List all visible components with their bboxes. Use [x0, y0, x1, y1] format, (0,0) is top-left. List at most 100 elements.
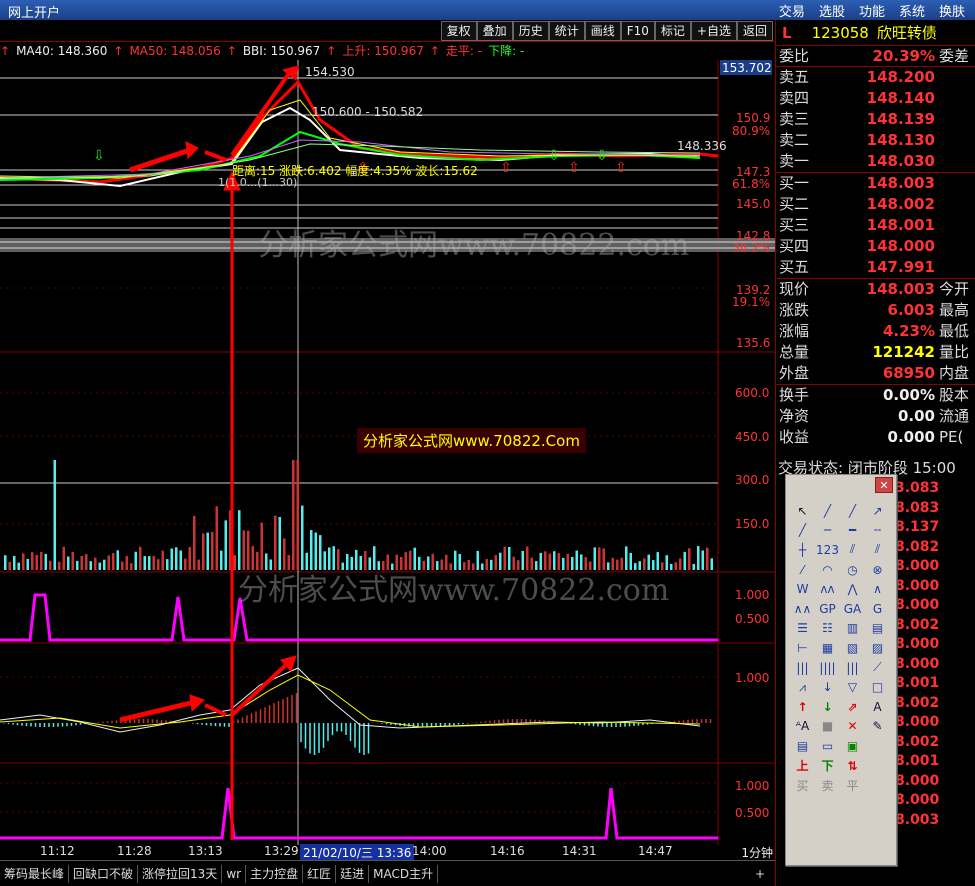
drawing-tool-icon[interactable]: GP [815, 599, 840, 619]
tab-formula[interactable]: 筹码最长峰 [0, 864, 70, 883]
drawing-tool-icon[interactable]: A [865, 697, 890, 717]
drawing-tool-icon[interactable]: ʌʌ [815, 579, 840, 599]
drawing-tool-icon[interactable]: 卖 [815, 775, 840, 795]
volume-bar [161, 550, 164, 570]
menu-select-stock[interactable]: 选股 [819, 1, 845, 20]
overlay-button[interactable]: 叠加 [476, 21, 513, 41]
drawing-tool-icon[interactable]: ✕ [840, 717, 865, 737]
drawing-tool-icon[interactable]: ━ [840, 521, 865, 541]
hidden-price-value: 8.000 [895, 772, 940, 789]
drawing-tool-icon[interactable]: 平 [840, 775, 865, 795]
drawing-tool-icon[interactable]: ⇅ [840, 756, 865, 776]
tab-formula[interactable]: wr [222, 864, 247, 883]
settings-icon[interactable]: ◇ [683, 60, 693, 61]
macd-dea-line [0, 674, 701, 729]
drawing-tool-icon[interactable]: ▥ [840, 619, 865, 639]
drawing-tool-icon[interactable]: ||| [840, 658, 865, 678]
drawing-tool-icon[interactable]: ∧∧ [790, 599, 815, 619]
add-tab-button[interactable]: + [745, 867, 775, 881]
tab-formula[interactable]: 涨停拉回13天 [138, 864, 223, 883]
drawing-tool-icon[interactable]: ⫽ [840, 540, 865, 560]
drawing-tool-icon[interactable]: ᴬA [790, 717, 815, 737]
hidden-price-value: 8.001 [895, 675, 940, 691]
drawing-tool-icon[interactable]: ☰ [790, 619, 815, 639]
drawing-tool-icon[interactable]: ↗ [865, 501, 890, 521]
menu-system[interactable]: 系统 [899, 1, 925, 20]
drawing-tool-icon[interactable]: ⊗ [865, 560, 890, 580]
drawing-tool-icon[interactable]: GA [840, 599, 865, 619]
drawing-tool-icon[interactable]: 买 [790, 775, 815, 795]
drawing-tool-icon[interactable]: ■ [815, 717, 840, 737]
drawing-tool-icon[interactable]: ◠ [815, 560, 840, 580]
drawing-tool-icon[interactable]: ▤ [790, 736, 815, 756]
tab-formula[interactable]: 回缺口不破 [69, 864, 139, 883]
open-account-link[interactable]: 网上开户 [8, 2, 60, 21]
drawing-tool-icon[interactable]: ⁄ [790, 560, 815, 580]
drawing-tool-icon[interactable]: ▭ [815, 736, 840, 756]
drawing-tool-icon[interactable]: ▣ [840, 736, 865, 756]
drawing-tool-icon[interactable]: ◷ [840, 560, 865, 580]
restore-rights-button[interactable]: 复权 [440, 21, 477, 41]
drawing-tool-icon[interactable]: ╌ [865, 521, 890, 541]
drawing-tool-icon[interactable]: |||| [815, 658, 840, 678]
period-selector[interactable]: 1分钟 [741, 844, 773, 861]
drawing-tool-icon[interactable]: ⩘ [790, 677, 815, 697]
drawing-tool-icon[interactable]: ▽ [840, 677, 865, 697]
drawing-tool-icon[interactable]: ||| [790, 658, 815, 678]
drawing-tool-icon[interactable]: W [790, 579, 815, 599]
stat-row: 外盘 68950 内盘 [776, 363, 975, 384]
statistics-button[interactable]: 统计 [548, 21, 585, 41]
drawing-tools-palette[interactable]: ✕ ↖ ╱ ╱ ↗ ╱ ─ ━ ╌ ┼ 123 ⫽ ⫽ ⁄ ◠ ◷ ⊗ Wʌʌ ⋀ ∧ ∧∧ GP GA G ☰ ☷ ▥ ▤ ⊢ ▦ ▧ ▨… [785, 474, 897, 866]
drawing-tool-icon[interactable]: 123 [815, 540, 840, 560]
drawing-tool-icon[interactable]: 下 [815, 756, 840, 776]
drawing-tool-icon[interactable]: ↑ [790, 697, 815, 717]
drawing-tool-icon[interactable]: ∧ [865, 579, 890, 599]
low-label: 1(1.0...(1...30) [218, 176, 297, 189]
drawing-tool-icon[interactable]: ╱ [790, 521, 815, 541]
hidden-price-value: 8.082 [895, 538, 940, 555]
drawing-tool-icon[interactable]: □ [865, 677, 890, 697]
tab-formula[interactable]: 主力控盘 [246, 864, 304, 883]
add-favorite-button[interactable]: +自选 [690, 21, 737, 41]
f10-button[interactable]: F10 [620, 21, 655, 41]
close-icon[interactable]: ✕ [875, 477, 893, 493]
drawing-tool-icon[interactable]: 上 [790, 756, 815, 776]
drawing-tool-icon[interactable]: ↓ [815, 697, 840, 717]
drawing-tool-icon[interactable]: ⋀ [840, 579, 865, 599]
drawing-tool-icon[interactable]: ▨ [865, 638, 890, 658]
drawing-tool-icon[interactable]: ⟋ [865, 658, 890, 678]
drawing-tool-icon[interactable]: ╱ [815, 501, 840, 521]
drawing-tool-icon[interactable]: ↓ [815, 677, 840, 697]
bid-row: 买三 148.001 [776, 215, 975, 236]
drawing-tool-icon[interactable]: ⫽ [865, 540, 890, 560]
history-button[interactable]: 历史 [512, 21, 549, 41]
menu-functions[interactable]: 功能 [859, 1, 885, 20]
top-bar: 网上开户 交易 选股 功能 系统 换肤 [0, 0, 975, 21]
drawing-tool-icon[interactable]: G [865, 599, 890, 619]
drawing-tool-icon[interactable]: ⊢ [790, 638, 815, 658]
drawing-tool-icon[interactable]: ┼ [790, 540, 815, 560]
back-button[interactable]: 返回 [736, 21, 773, 41]
draw-line-button[interactable]: 画线 [584, 21, 621, 41]
drawing-tool-icon[interactable]: ⇗ [840, 697, 865, 717]
drawing-tool-icon[interactable]: ✎ [865, 717, 890, 737]
ask-price: 148.030 [866, 152, 935, 170]
drawing-tool-icon[interactable]: ╱ [840, 501, 865, 521]
drawing-tool-icon[interactable]: ☷ [815, 619, 840, 639]
mark-button[interactable]: 标记 [654, 21, 691, 41]
volume-bar [701, 550, 704, 570]
volume-bar [710, 558, 713, 570]
menu-trade[interactable]: 交易 [779, 1, 805, 20]
drawing-tool-icon[interactable]: ▧ [840, 638, 865, 658]
tab-formula[interactable]: 红匠 [303, 864, 337, 883]
drawing-tool-icon[interactable]: ─ [815, 521, 840, 541]
drawing-tool-icon[interactable]: ▤ [865, 619, 890, 639]
tab-formula[interactable]: 廷进 [336, 864, 370, 883]
menu-skin[interactable]: 换肤 [939, 1, 965, 20]
drawing-tool-icon[interactable]: ↖ [790, 501, 815, 521]
weibi-value: 20.39% [872, 47, 935, 65]
volume-axis-label: 450.0 [735, 430, 769, 444]
tab-formula[interactable]: MACD主升 [369, 864, 439, 883]
stats-list: 现价 148.003 今开 涨跌 6.003 最高 涨幅 4.23% 最低 总量 121242… [776, 279, 975, 385]
drawing-tool-icon[interactable]: ▦ [815, 638, 840, 658]
